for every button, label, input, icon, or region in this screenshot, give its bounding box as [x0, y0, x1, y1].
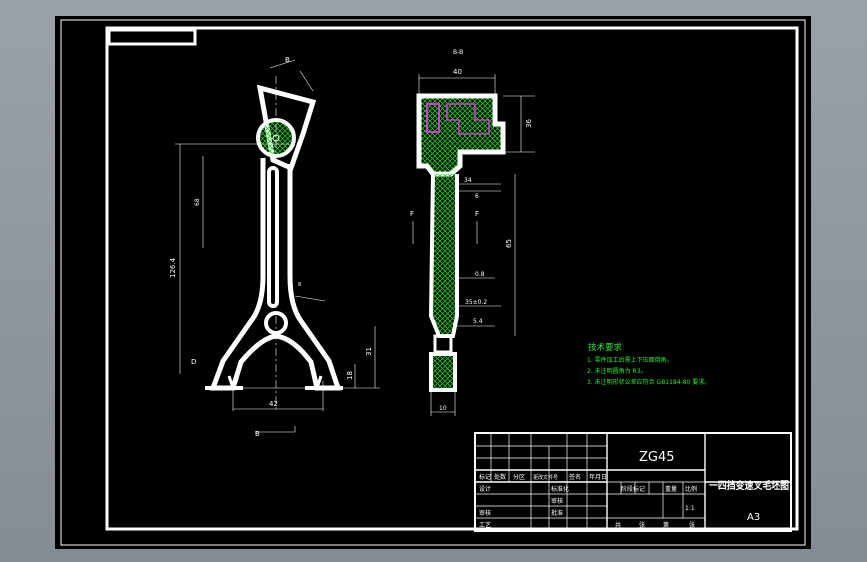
dim-0-8: 0.8: [475, 271, 485, 278]
tb-row-label-0: 标记: [479, 473, 491, 481]
dim-6: 6: [475, 193, 479, 200]
section-shank: [428, 173, 459, 338]
dim-5-4: 5.4: [473, 318, 483, 325]
tech-item-1: 1. 零件加工后需上下压面倒角。: [587, 356, 673, 364]
cad-viewport[interactable]: B B D 126.4 68 42 31 18 8 B-B 40 36 34 6…: [0, 0, 867, 562]
tech-title: 技术要求: [588, 342, 623, 353]
tech-requirements: 技术要求 1. 零件加工后需上下压面倒角。 2. 未注明圆角为 R3。 3. 未…: [587, 342, 710, 386]
dim-18: 18: [346, 371, 354, 380]
view-marker-b: B: [285, 56, 290, 64]
tb-scale: 1:1: [685, 505, 695, 512]
tb-left-label-0: 设计: [479, 485, 491, 493]
dim-8: 8: [298, 282, 301, 288]
tech-item-2: 2. 未注明圆角为 R3。: [587, 367, 647, 375]
tb-row-label-1: 处数: [494, 473, 506, 481]
dim-10: 10: [439, 405, 447, 412]
tb-stage-label-1: 重量: [665, 485, 677, 493]
dim-126: 126.4: [169, 257, 177, 278]
drawing-sheet: B B D 126.4 68 42 31 18 8 B-B 40 36 34 6…: [55, 16, 811, 549]
title-block-text: 标记 处数 分区 更改文件号 签名 年月日 设计 审核 工艺 标准化 审核 批准…: [479, 450, 789, 529]
tb-sheet-2: 第: [663, 521, 669, 529]
tb-mid-label-1: 审核: [551, 497, 563, 505]
section-foot: [429, 352, 457, 392]
front-view: B B D 126.4 68 42 31 18 8: [169, 56, 380, 438]
tb-mid-label-2: 批准: [551, 509, 563, 517]
drawing-canvas: B B D 126.4 68 42 31 18 8 B-B 40 36 34 6…: [60, 19, 806, 546]
d-marker: D: [191, 358, 196, 366]
tb-mid-label-0: 标准化: [551, 485, 569, 493]
tb-stage-label-2: 比例: [685, 485, 697, 493]
dim-34: 34: [464, 177, 472, 184]
tb-row-label-4: 签名: [569, 473, 581, 481]
tb-sheet-size: A3: [747, 512, 760, 523]
corner-code-box: [107, 28, 197, 46]
section-label: B-B: [453, 49, 463, 56]
dim-36: 36: [525, 119, 533, 128]
tech-item-3: 3. 未注明形状公差应符合 GB1184-80 要求。: [587, 378, 710, 386]
section-head: [416, 93, 506, 177]
tb-stage-label-0: 阶段标记: [621, 485, 645, 493]
view-marker-b-bottom: B: [255, 430, 260, 438]
f-marker-left: F: [410, 210, 414, 218]
tb-row-label-5: 年月日: [589, 473, 607, 481]
tb-part-name: 一四挡变速叉毛坯图: [709, 479, 789, 492]
section-neck: [433, 334, 453, 354]
tb-sheet-0: 共: [615, 521, 621, 529]
dim-65: 65: [505, 239, 513, 248]
dim-68: 68: [194, 198, 201, 206]
f-marker-right: F: [475, 210, 479, 218]
tb-row-label-2: 分区: [513, 473, 525, 481]
tb-left-label-2: 工艺: [479, 521, 491, 529]
tb-sheet-3: 张: [689, 521, 695, 529]
dim-31: 31: [365, 347, 373, 356]
tb-sheet-1: 张: [639, 521, 645, 529]
section-view: B-B 40 36 34 6 65 0.8 35±0.2 5.4 10 F F: [410, 49, 535, 416]
dim-40: 40: [453, 68, 462, 76]
tb-part-code: ZG45: [639, 450, 675, 465]
tb-row-label-3: 更改文件号: [533, 474, 558, 481]
tb-left-label-1: 审核: [479, 509, 491, 517]
dim-35: 35±0.2: [465, 299, 487, 306]
dim-42: 42: [269, 400, 278, 408]
